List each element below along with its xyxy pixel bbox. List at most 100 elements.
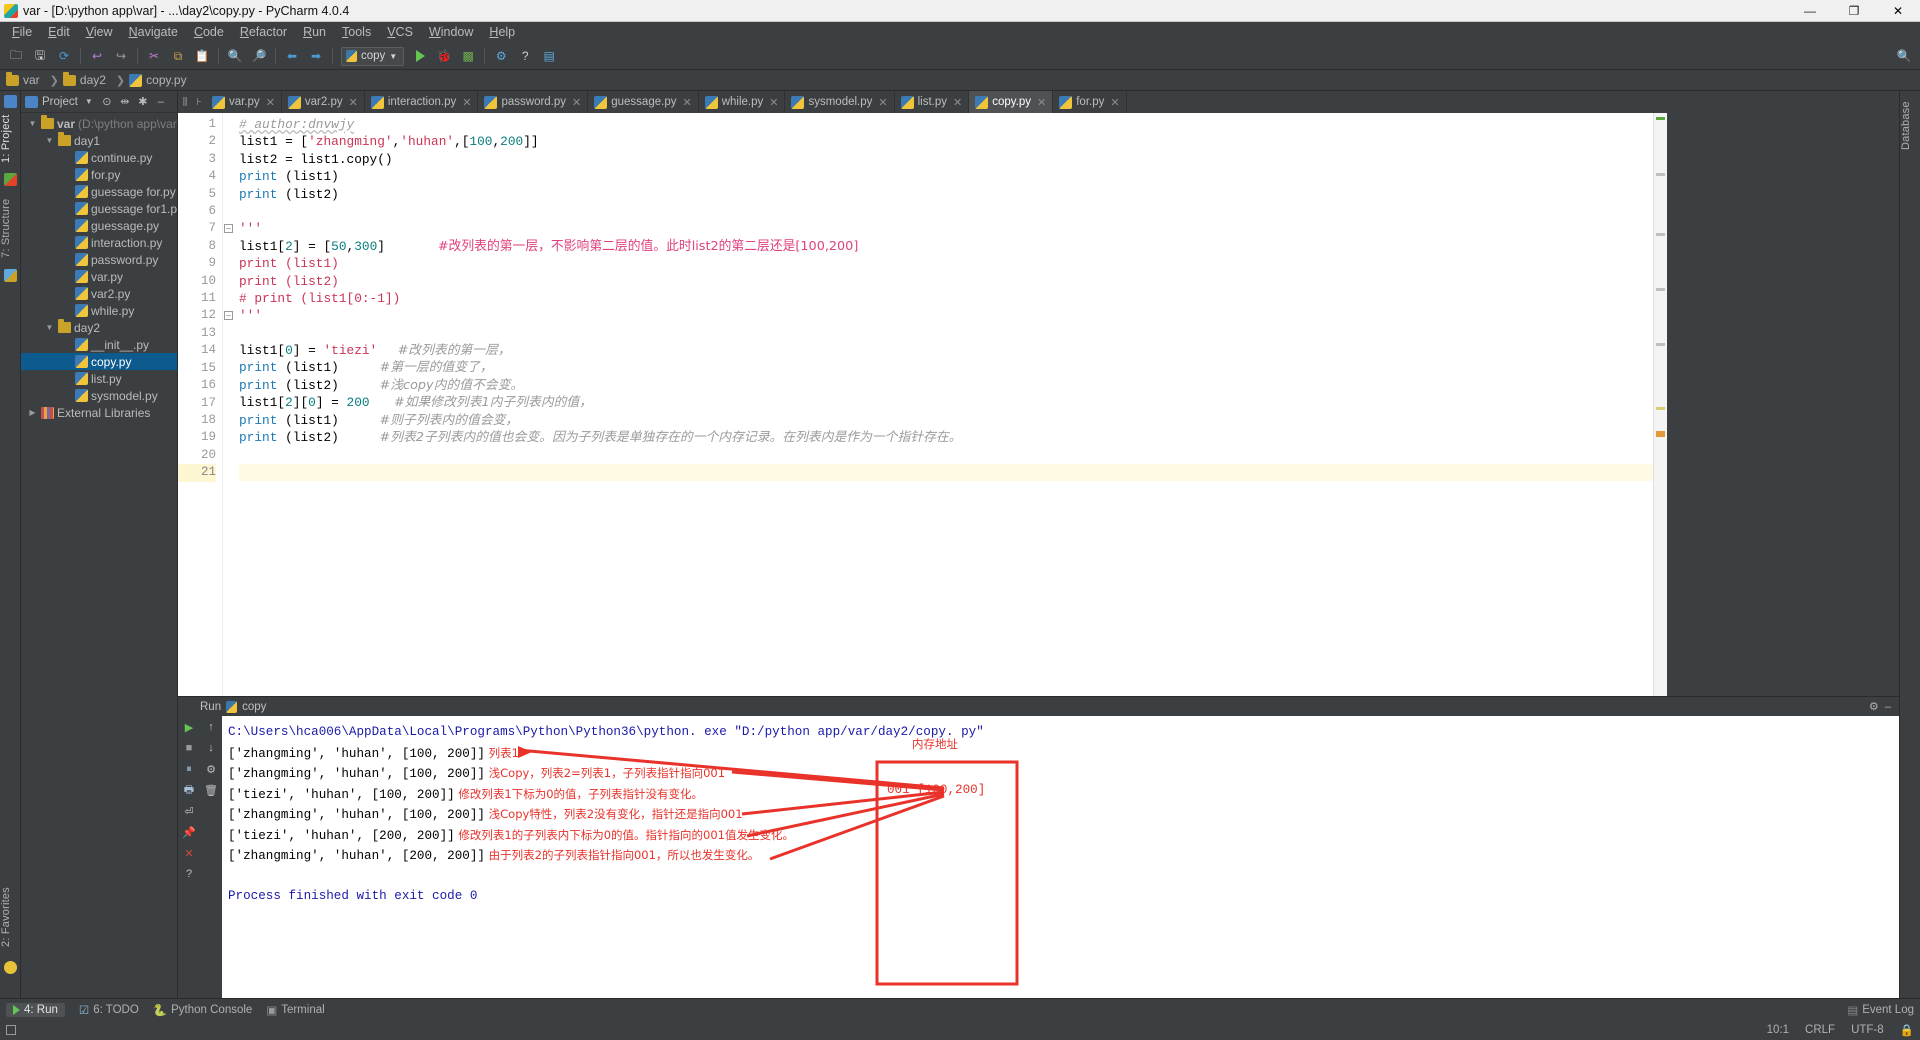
editor-tab-var-py[interactable]: var.py ✕ bbox=[206, 91, 282, 113]
menu-item-code[interactable]: Code bbox=[186, 22, 232, 43]
tree-item-guessage-py[interactable]: guessage.py bbox=[21, 217, 177, 234]
close-icon[interactable]: ✕ bbox=[572, 96, 581, 109]
editor-tab-copy-py[interactable]: copy.py ✕ bbox=[969, 91, 1054, 113]
tree-item-day2[interactable]: ▼ day2 bbox=[21, 319, 177, 336]
status-tab-run[interactable]: 4: Run bbox=[6, 1002, 65, 1017]
save-icon[interactable]: 🖫 bbox=[30, 46, 50, 66]
print-icon[interactable]: 🖶 bbox=[182, 783, 196, 797]
chevron-down-icon[interactable]: ▼ bbox=[82, 97, 96, 106]
tree-item-var-py[interactable]: var.py bbox=[21, 268, 177, 285]
menu-item-window[interactable]: Window bbox=[421, 22, 481, 43]
tree-toggle-icon[interactable]: ▼ bbox=[44, 136, 55, 145]
close-icon[interactable]: ✕ bbox=[1110, 96, 1119, 109]
tree-item-interaction-py[interactable]: interaction.py bbox=[21, 234, 177, 251]
editor-tab-guessage-py[interactable]: guessage.py ✕ bbox=[588, 91, 699, 113]
close-icon[interactable]: ✕ bbox=[349, 96, 358, 109]
redo-icon[interactable]: ↪ bbox=[111, 46, 131, 66]
tree-toggle-icon[interactable]: ▶ bbox=[27, 408, 38, 417]
help-icon[interactable]: ? bbox=[182, 867, 196, 881]
close-icon[interactable]: ✕ bbox=[769, 96, 778, 109]
autoscroll-icon[interactable]: ⇹ bbox=[118, 95, 132, 108]
editor-tab-for-py[interactable]: for.py ✕ bbox=[1053, 91, 1127, 113]
debug-icon[interactable]: 🐞 bbox=[434, 46, 454, 66]
close-icon[interactable]: ✕ bbox=[182, 846, 196, 860]
menu-item-navigate[interactable]: Navigate bbox=[121, 22, 186, 43]
tree-item-copy-py[interactable]: copy.py bbox=[21, 353, 177, 370]
editor-tab-while-py[interactable]: while.py ✕ bbox=[698, 91, 786, 113]
find-icon[interactable]: 🔍 bbox=[225, 46, 245, 66]
open-folder-icon[interactable]: 🗀 bbox=[6, 46, 26, 66]
close-icon[interactable]: ✕ bbox=[266, 96, 275, 109]
sync-icon[interactable]: ⟳ bbox=[54, 46, 74, 66]
editor-tab-list-py[interactable]: list.py ✕ bbox=[894, 91, 970, 113]
tree-item-external-libraries[interactable]: ▶ External Libraries bbox=[21, 404, 177, 421]
maximize-button[interactable]: ❐ bbox=[1832, 0, 1876, 21]
menu-item-edit[interactable]: Edit bbox=[40, 22, 78, 43]
collapse-all-icon[interactable]: ⊙ bbox=[100, 95, 114, 108]
close-icon[interactable]: ✕ bbox=[1037, 96, 1046, 109]
layout-icon[interactable]: ▤ bbox=[539, 46, 559, 66]
menu-item-vcs[interactable]: VCS bbox=[379, 22, 421, 43]
close-button[interactable]: ✕ bbox=[1876, 0, 1920, 21]
clear-all-icon[interactable]: 🗑 bbox=[204, 783, 218, 797]
tree-toggle-icon[interactable]: ▼ bbox=[27, 119, 38, 128]
hide-tool-windows-icon[interactable] bbox=[6, 1025, 16, 1035]
tree-toggle-icon[interactable]: ▼ bbox=[44, 323, 55, 332]
run-icon[interactable] bbox=[410, 46, 430, 66]
tree-item-var2-py[interactable]: var2.py bbox=[21, 285, 177, 302]
close-icon[interactable]: ✕ bbox=[682, 96, 691, 109]
stop-icon[interactable]: ■ bbox=[182, 741, 196, 755]
back-icon[interactable]: ⬅ bbox=[282, 46, 302, 66]
gear-icon[interactable]: ⚙ – bbox=[1869, 700, 1891, 713]
scroll-down-icon[interactable]: ↓ bbox=[204, 741, 218, 755]
code-content[interactable]: # author:dnvwjy list1 = ['zhangming','huh… bbox=[235, 113, 1653, 696]
tree-item-guessage-for-py[interactable]: guessage for.py bbox=[21, 183, 177, 200]
status-tab-todo[interactable]: ☑ 6: TODO bbox=[79, 1003, 139, 1017]
tree-item-list-py[interactable]: list.py bbox=[21, 370, 177, 387]
code-folding-column[interactable]: – – bbox=[223, 113, 235, 696]
menu-item-run[interactable]: Run bbox=[295, 22, 334, 43]
coverage-icon[interactable]: ▩ bbox=[458, 46, 478, 66]
undo-icon[interactable]: ↩ bbox=[87, 46, 107, 66]
menu-item-refactor[interactable]: Refactor bbox=[232, 22, 295, 43]
tree-item-for-py[interactable]: for.py bbox=[21, 166, 177, 183]
sidebar-item-structure[interactable]: 7: Structure bbox=[0, 193, 21, 263]
help-icon[interactable]: ? bbox=[515, 46, 535, 66]
editor-scrollbar[interactable] bbox=[1653, 113, 1667, 696]
tree-item-guessage-for1-py[interactable]: guessage for1.py bbox=[21, 200, 177, 217]
code-editor[interactable]: 1 2 3 4 5 6 7 8 9 10 11 12 13 14 15 16 17 18 19 20 21 – – # a… bbox=[178, 113, 1899, 696]
close-icon[interactable]: ✕ bbox=[462, 96, 471, 109]
search-icon[interactable]: 🔍 bbox=[1894, 46, 1914, 66]
close-icon[interactable]: ✕ bbox=[878, 96, 887, 109]
run-configuration-selector[interactable]: copy ▼ bbox=[341, 46, 405, 66]
file-encoding[interactable]: UTF-8 bbox=[1851, 1024, 1884, 1036]
tree-item-password-py[interactable]: password.py bbox=[21, 251, 177, 268]
breadcrumb-item-var[interactable]: var bbox=[6, 71, 46, 87]
hide-panel-icon[interactable]: – bbox=[154, 96, 168, 108]
forward-icon[interactable]: ➡ bbox=[306, 46, 326, 66]
editor-tab-sysmodel-py[interactable]: sysmodel.py ✕ bbox=[785, 91, 895, 113]
lock-icon[interactable]: 🔒 bbox=[1900, 1023, 1914, 1037]
tab-pin-icon[interactable]: ⊦ bbox=[192, 91, 206, 113]
code-fold-marker[interactable]: – bbox=[224, 224, 233, 234]
copy-icon[interactable]: ⧉ bbox=[168, 46, 188, 66]
code-fold-marker[interactable]: – bbox=[224, 311, 233, 321]
profile-icon[interactable]: ⚙ bbox=[491, 46, 511, 66]
pause-icon[interactable]: ⏸ bbox=[182, 762, 196, 776]
breadcrumb-item-day2[interactable]: day2 bbox=[62, 71, 112, 87]
minimize-button[interactable]: — bbox=[1788, 0, 1832, 21]
tree-item-sysmodel-py[interactable]: sysmodel.py bbox=[21, 387, 177, 404]
tree-item-while-py[interactable]: while.py bbox=[21, 302, 177, 319]
cut-icon[interactable]: ✂ bbox=[144, 46, 164, 66]
menu-item-view[interactable]: View bbox=[78, 22, 121, 43]
breadcrumb-item-copy-py[interactable]: copy.py bbox=[129, 73, 192, 87]
tree-item-continue-py[interactable]: continue.py bbox=[21, 149, 177, 166]
tree-item-day1[interactable]: ▼ day1 bbox=[21, 132, 177, 149]
scroll-up-icon[interactable]: ↑ bbox=[204, 720, 218, 734]
tree-item-var[interactable]: ▼ var (D:\python app\var) bbox=[21, 115, 177, 132]
menu-item-file[interactable]: File bbox=[4, 22, 40, 43]
editor-tab-var2-py[interactable]: var2.py ✕ bbox=[281, 91, 365, 113]
status-tab-terminal[interactable]: ▣ Terminal bbox=[266, 1003, 324, 1017]
line-separator[interactable]: CRLF bbox=[1805, 1024, 1835, 1036]
menu-item-tools[interactable]: Tools bbox=[334, 22, 379, 43]
